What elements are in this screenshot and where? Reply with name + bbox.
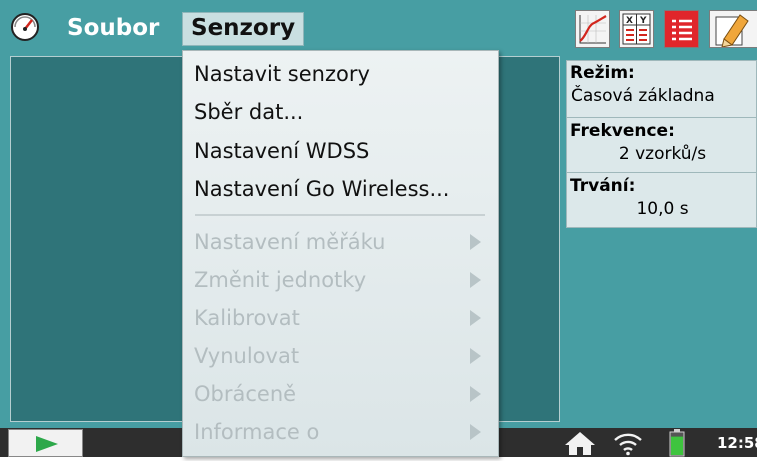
menubar: Soubor Senzory X Y — [0, 0, 757, 56]
gauge-icon[interactable] — [10, 12, 40, 42]
table-view-button[interactable]: X Y — [619, 10, 654, 48]
play-icon — [36, 436, 58, 452]
menu-item-calibrate[interactable]: Kalibrovat — [194, 304, 300, 332]
mode-value: Časová základna — [571, 86, 715, 106]
menu-separator — [195, 214, 485, 216]
notes-button[interactable] — [709, 10, 757, 48]
rate-value: 2 vzorků/s — [618, 144, 707, 164]
menu-sensors[interactable]: Senzory — [182, 12, 305, 46]
menu-item-reverse[interactable]: Obráceně — [194, 380, 296, 408]
svg-text:Y: Y — [639, 16, 647, 26]
menu-item-info[interactable]: Informace o — [194, 418, 319, 446]
experiment-info-panel[interactable]: Režim: Časová základna Frekvence: 2 vzor… — [566, 60, 757, 228]
graph-view-button[interactable] — [575, 10, 610, 48]
home-icon[interactable] — [563, 430, 597, 460]
menu-item-meter-setup[interactable]: Nastavení měřáku — [194, 228, 386, 256]
menu-file[interactable]: Soubor — [67, 13, 159, 43]
sensors-dropdown-menu: Nastavit senzory Sběr dat... Nastavení W… — [182, 50, 499, 457]
menu-item-change-units[interactable]: Změnit jednotky — [194, 266, 366, 294]
graph-icon — [579, 15, 607, 44]
list-view-button[interactable] — [664, 10, 699, 48]
table-icon: X Y — [622, 13, 651, 45]
duration-label: Trvání: — [570, 176, 636, 196]
list-icon — [667, 14, 696, 44]
battery-icon — [669, 428, 685, 461]
divider — [567, 117, 757, 118]
menu-item-wdss-setup[interactable]: Nastavení WDSS — [194, 137, 369, 165]
submenu-arrow-icon — [470, 234, 481, 250]
start-collection-button[interactable] — [8, 429, 83, 457]
submenu-arrow-icon — [470, 424, 481, 440]
menu-item-setup-sensors[interactable]: Nastavit senzory — [194, 60, 370, 88]
menu-item-data-collection[interactable]: Sběr dat... — [194, 98, 303, 126]
mode-label: Režim: — [570, 63, 635, 83]
submenu-arrow-icon — [470, 386, 481, 402]
submenu-arrow-icon — [470, 348, 481, 364]
divider — [567, 172, 757, 173]
submenu-arrow-icon — [470, 310, 481, 326]
svg-text:X: X — [626, 16, 633, 26]
duration-value: 10,0 s — [636, 199, 689, 219]
clock: 12:58 — [717, 434, 757, 452]
menu-item-go-wireless-setup[interactable]: Nastavení Go Wireless... — [194, 175, 449, 203]
wifi-icon[interactable] — [612, 430, 644, 460]
menu-item-zero[interactable]: Vynulovat — [194, 342, 299, 370]
submenu-arrow-icon — [470, 272, 481, 288]
rate-label: Frekvence: — [570, 121, 675, 141]
notes-icon — [715, 14, 749, 48]
